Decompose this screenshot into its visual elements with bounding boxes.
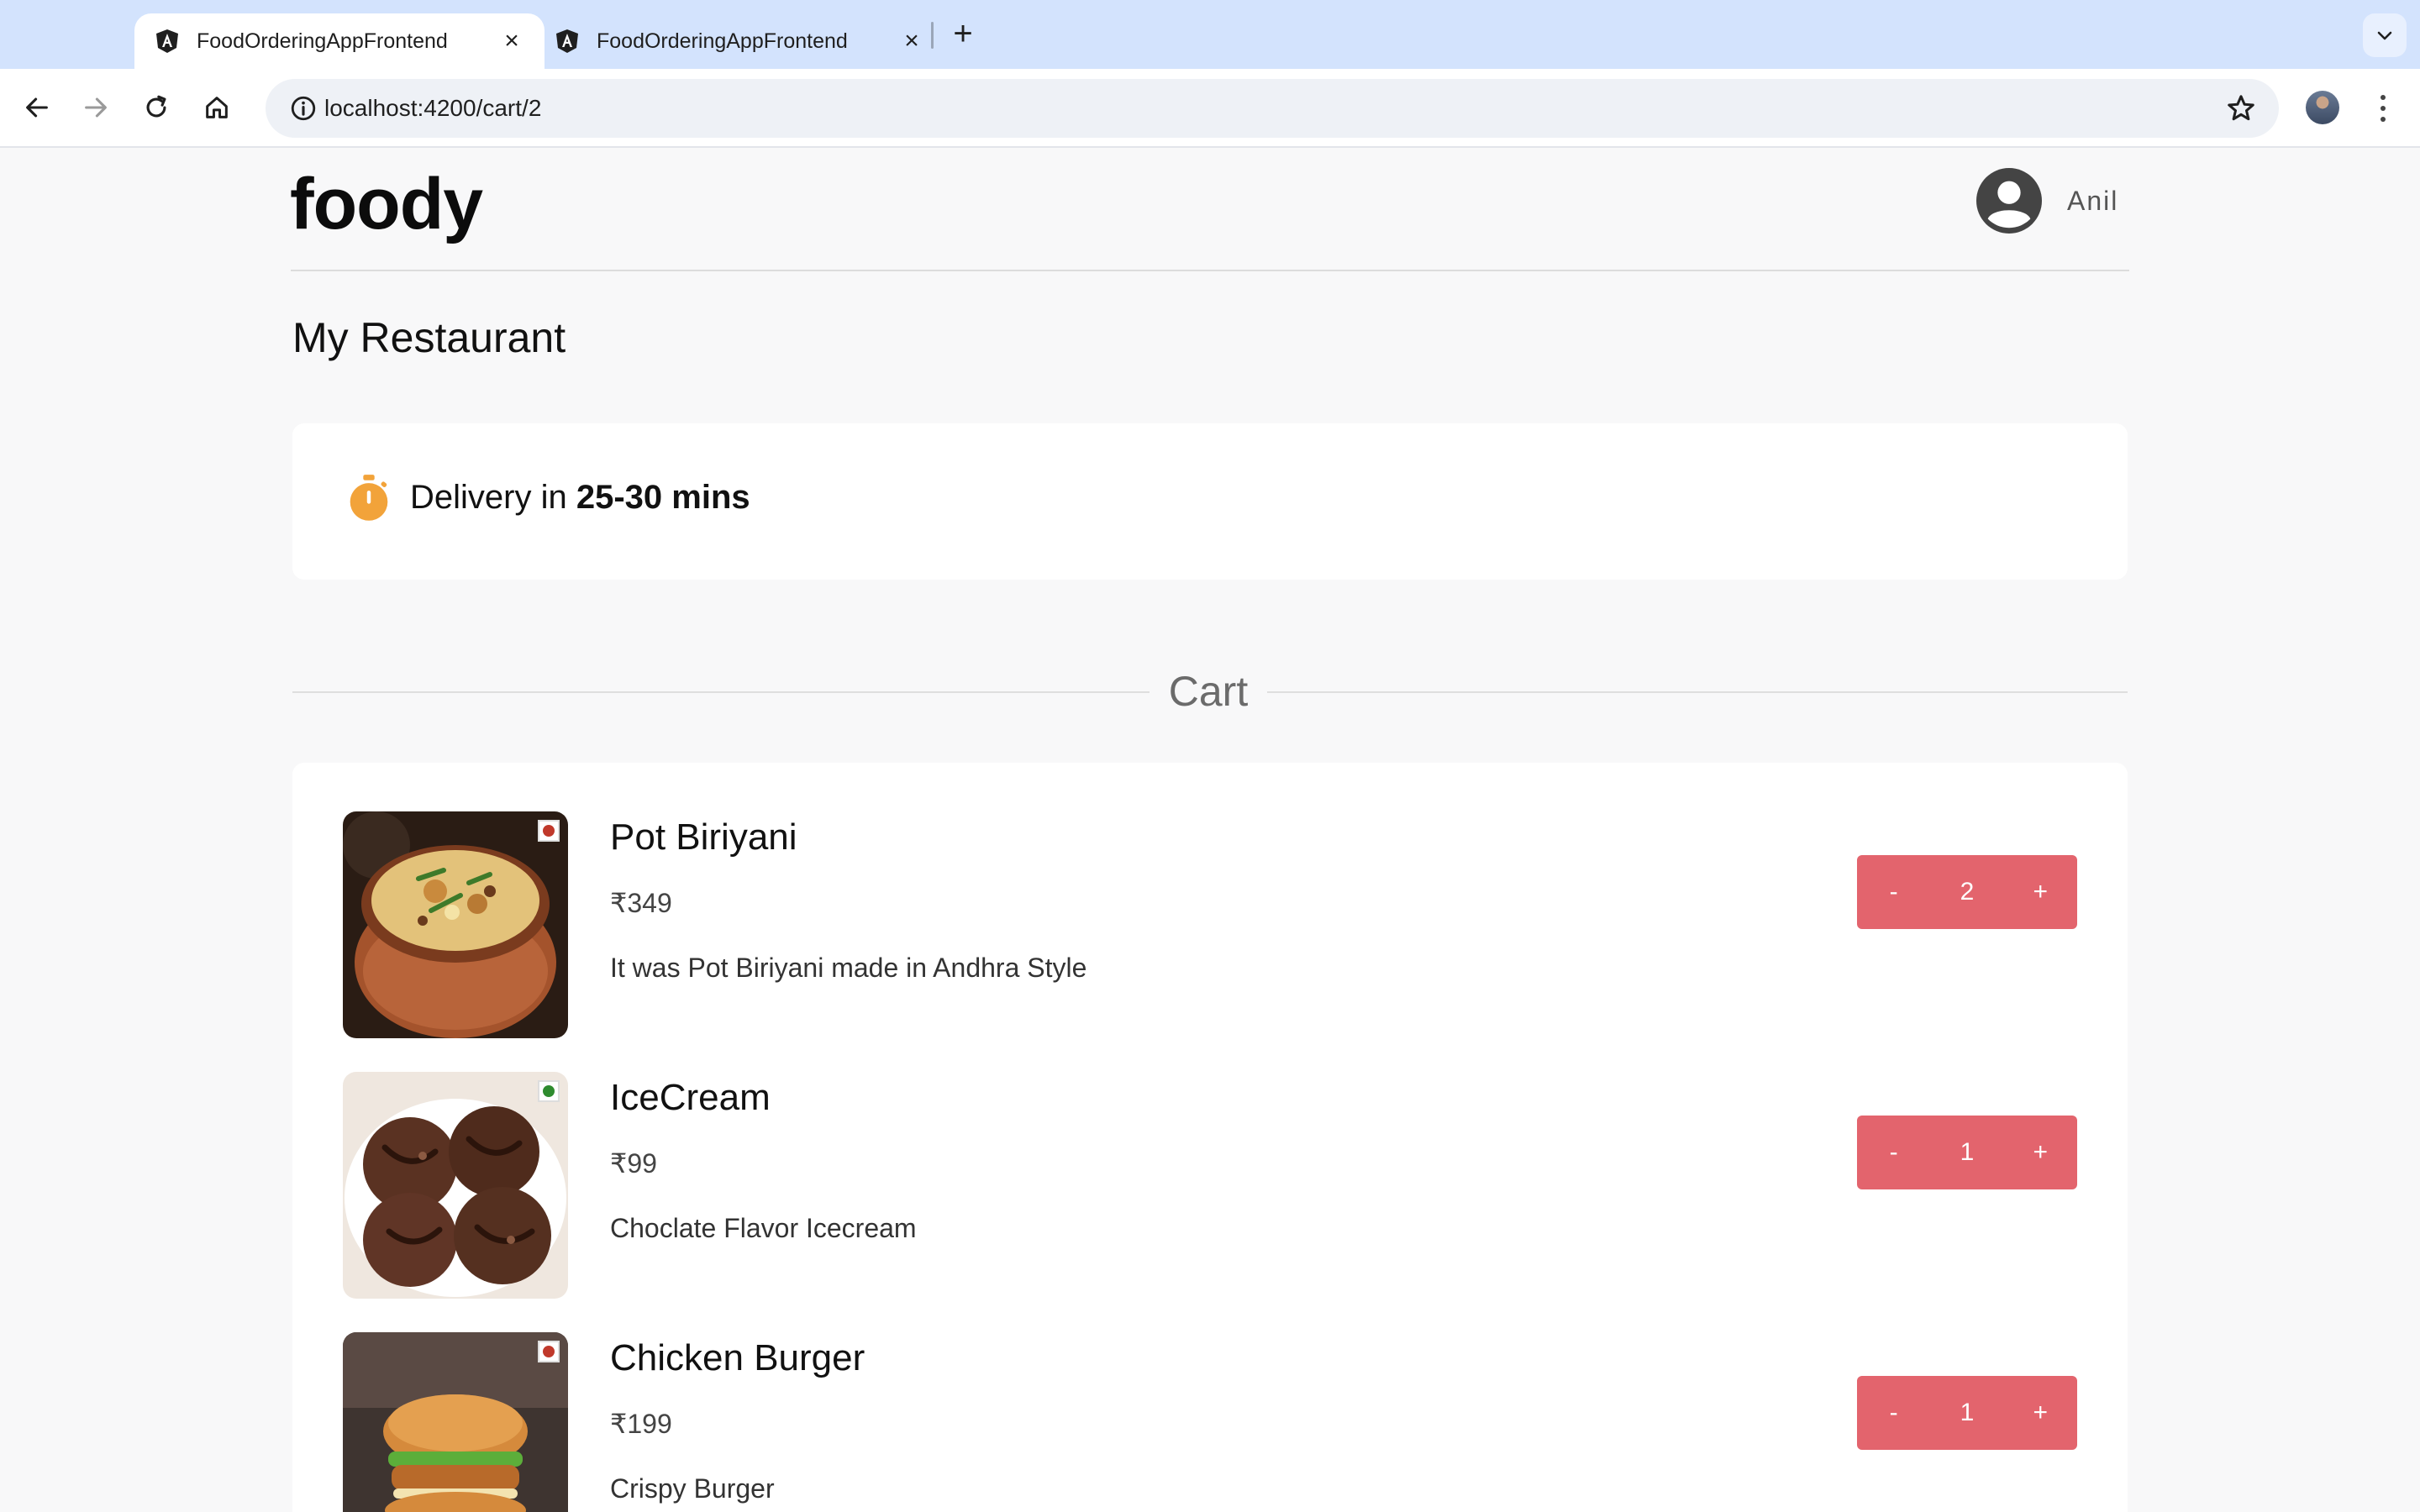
decrease-quantity-button[interactable]: - bbox=[1857, 1399, 1930, 1427]
arrow-left-icon bbox=[26, 97, 48, 118]
angular-favicon-icon bbox=[556, 29, 578, 53]
cart-title: Cart bbox=[1168, 668, 1249, 715]
back-button[interactable] bbox=[15, 86, 59, 129]
quantity-stepper: - 1 + bbox=[1857, 1376, 2077, 1450]
item-name: IceCream bbox=[610, 1077, 771, 1118]
bookmark-star-icon[interactable] bbox=[2225, 92, 2257, 124]
item-name: Pot Biriyani bbox=[610, 816, 797, 858]
item-description: Choclate Flavor Icecream bbox=[610, 1213, 917, 1243]
increase-quantity-button[interactable]: + bbox=[2004, 878, 2077, 906]
reload-button[interactable] bbox=[134, 86, 178, 129]
divider-line bbox=[1267, 691, 2128, 693]
restaurant-name: My Restaurant bbox=[292, 314, 566, 361]
browser-menu-button[interactable] bbox=[2366, 89, 2400, 128]
browser-tab-active[interactable]: FoodOrderingAppFrontend × bbox=[134, 13, 544, 69]
browser-tab-title: FoodOrderingAppFrontend bbox=[597, 29, 848, 53]
quantity-value: 2 bbox=[1960, 878, 1975, 906]
user-menu[interactable]: Anil bbox=[1976, 168, 2118, 234]
reload-icon bbox=[146, 95, 166, 118]
angular-favicon-icon bbox=[156, 29, 178, 53]
non-veg-indicator-icon bbox=[538, 1341, 560, 1362]
cart-item: IceCream ₹99 Choclate Flavor Icecream - … bbox=[343, 1072, 2091, 1307]
page-content: foody Anil My Restaurant Delivery in 25-… bbox=[0, 150, 2420, 1512]
item-description: It was Pot Biriyani made in Andhra Style bbox=[610, 953, 1087, 983]
user-name: Anil bbox=[2067, 185, 2119, 216]
profile-avatar[interactable] bbox=[2306, 91, 2339, 124]
item-description: Crispy Burger bbox=[610, 1473, 775, 1504]
address-bar[interactable] bbox=[266, 79, 2279, 138]
delivery-time-text: Delivery in 25-30 mins bbox=[410, 479, 750, 517]
quantity-stepper: - 1 + bbox=[1857, 1116, 2077, 1189]
item-price: ₹199 bbox=[610, 1409, 672, 1439]
veg-indicator-icon bbox=[538, 1080, 560, 1102]
tab-search-button[interactable] bbox=[2363, 13, 2407, 57]
browser-tab-title: FoodOrderingAppFrontend bbox=[197, 29, 448, 53]
app-logo[interactable]: foody bbox=[290, 163, 483, 246]
decrease-quantity-button[interactable]: - bbox=[1857, 878, 1930, 906]
item-image-pot-biriyani bbox=[343, 811, 568, 1038]
tab-separator bbox=[931, 22, 934, 49]
forward-button[interactable] bbox=[74, 86, 118, 129]
cart-item: Pot Biriyani ₹349 It was Pot Biriyani ma… bbox=[343, 811, 2091, 1047]
home-icon bbox=[206, 97, 228, 118]
stopwatch-icon bbox=[350, 475, 388, 521]
tab-close-icon[interactable]: × bbox=[899, 27, 924, 55]
cart-item: Chicken Burger ₹199 Crispy Burger - 1 + bbox=[343, 1332, 2091, 1512]
account-circle-icon bbox=[1976, 168, 2042, 234]
tab-close-icon[interactable]: × bbox=[499, 27, 524, 55]
menu-dot-icon bbox=[2381, 106, 2386, 111]
divider-line bbox=[292, 691, 1150, 693]
url-input[interactable] bbox=[324, 79, 1837, 138]
delivery-label: Delivery in bbox=[410, 479, 576, 516]
item-name: Chicken Burger bbox=[610, 1337, 865, 1378]
header-divider bbox=[291, 270, 2129, 271]
item-price: ₹99 bbox=[610, 1148, 657, 1179]
cart-section-heading: Cart bbox=[292, 667, 2128, 717]
browser-tabstrip: FoodOrderingAppFrontend × FoodOrderingAp… bbox=[0, 0, 2420, 69]
delivery-time-value: 25-30 mins bbox=[576, 479, 750, 516]
site-info-icon[interactable] bbox=[289, 94, 318, 123]
menu-dot-icon bbox=[2381, 95, 2386, 100]
quantity-value: 1 bbox=[1960, 1138, 1975, 1166]
item-price: ₹349 bbox=[610, 888, 672, 918]
menu-dot-icon bbox=[2381, 117, 2386, 122]
increase-quantity-button[interactable]: + bbox=[2004, 1399, 2077, 1427]
non-veg-indicator-icon bbox=[538, 820, 560, 842]
item-image-chicken-burger bbox=[343, 1332, 568, 1512]
chevron-down-icon bbox=[2377, 31, 2392, 40]
browser-tab-inactive[interactable]: FoodOrderingAppFrontend × bbox=[534, 13, 944, 69]
cart-items-list: Pot Biriyani ₹349 It was Pot Biriyani ma… bbox=[292, 763, 2128, 1512]
browser-toolbar bbox=[0, 69, 2420, 148]
quantity-stepper: - 2 + bbox=[1857, 855, 2077, 929]
new-tab-button[interactable]: + bbox=[943, 15, 983, 54]
home-button[interactable] bbox=[195, 86, 239, 129]
delivery-info-card: Delivery in 25-30 mins bbox=[292, 423, 2128, 580]
item-image-icecream bbox=[343, 1072, 568, 1299]
arrow-right-icon bbox=[85, 97, 107, 118]
decrease-quantity-button[interactable]: - bbox=[1857, 1138, 1930, 1167]
quantity-value: 1 bbox=[1960, 1399, 1975, 1426]
increase-quantity-button[interactable]: + bbox=[2004, 1138, 2077, 1167]
